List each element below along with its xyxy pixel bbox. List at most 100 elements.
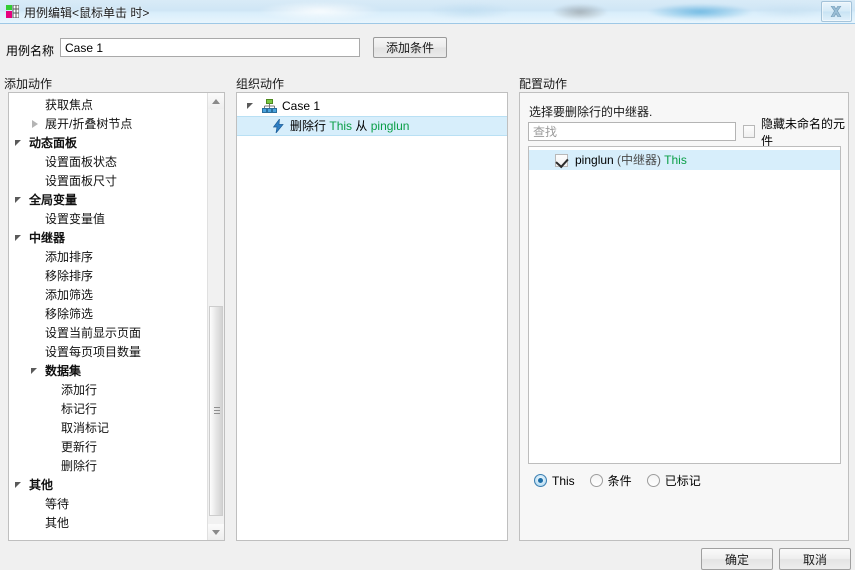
action-tree-item[interactable]: 移除筛选 [9,305,209,324]
window-close-button[interactable] [821,1,852,22]
radio-marked[interactable]: 已标记 [646,472,701,489]
action-tree-item-label: 展开/折叠树节点 [45,117,133,131]
radio-this-indicator[interactable] [534,474,547,487]
lightning-icon [273,119,284,133]
scroll-up-arrow[interactable] [208,93,224,109]
radio-this-label: This [552,473,575,488]
hide-unnamed-label: 隐藏未命名的元件 [760,116,845,148]
list-item-checkbox[interactable] [555,153,568,167]
cancel-button[interactable]: 取消 [779,548,851,570]
action-tree-item-label: 移除排序 [45,269,94,283]
tree-expand-arrow-open[interactable] [13,229,25,248]
action-tree-item-label: 删除行 [61,459,98,473]
configure-action-panel: 选择要删除行的中继器. 隐藏未命名的元件 pinglun (中继器) This … [519,92,849,541]
organize-action-row[interactable]: 删除行 This 从 pinglun [237,116,507,136]
action-tree-item[interactable]: 设置当前显示页面 [9,324,209,343]
case-name-input[interactable] [60,38,360,57]
list-item-type: (中继器) [617,153,662,167]
organize-case-label: Case 1 [282,99,321,113]
action-prefix: 删除行 [290,119,327,133]
action-tree-item[interactable]: 展开/折叠树节点 [9,115,209,134]
list-item-text: pinglun (中继器) This [575,150,687,170]
action-tree-item[interactable]: 全局变量 [9,191,209,210]
action-tree-item-label: 数据集 [45,364,82,378]
action-tree-item-label: 等待 [45,497,70,511]
action-tree-item[interactable]: 移除排序 [9,267,209,286]
radio-condition[interactable]: 条件 [589,472,632,489]
hide-unnamed-checkbox[interactable] [743,125,755,138]
tree-expand-arrow-open[interactable] [13,134,25,153]
organize-case-row[interactable]: Case 1 [237,96,507,116]
organize-action-text: 删除行 This 从 pinglun [290,116,409,136]
action-tree-item[interactable]: 删除行 [9,457,209,476]
action-tree-item-label: 其他 [29,478,54,492]
tree-expand-arrow-closed[interactable] [29,115,41,134]
action-tree-item-label: 标记行 [61,402,98,416]
radio-condition-indicator[interactable] [589,474,603,487]
configure-action-heading: 配置动作 [519,77,568,91]
case-expand-arrow[interactable] [245,97,257,116]
configure-hint: 选择要删除行的中继器. [529,105,653,119]
action-tree-item-label: 添加筛选 [45,288,94,302]
action-tree-item[interactable]: 添加筛选 [9,286,209,305]
organize-action-heading: 组织动作 [236,77,285,91]
action-tree-item[interactable]: 数据集 [9,362,209,381]
action-tree-item-label: 添加行 [61,383,98,397]
action-tree-item-label: 获取焦点 [45,98,94,112]
action-tree-item[interactable]: 其他 [9,514,209,533]
sitemap-icon [262,99,277,113]
action-tree-item[interactable]: 获取焦点 [9,96,209,115]
action-tree-item[interactable]: 设置面板尺寸 [9,172,209,191]
action-tree-item[interactable]: 等待 [9,495,209,514]
tree-expand-arrow-open[interactable] [29,362,41,381]
list-item[interactable]: pinglun (中继器) This [529,150,840,170]
radio-marked-indicator[interactable] [646,474,660,487]
action-tree-item-label: 其他 [45,516,70,530]
action-tree-item-label: 设置变量值 [45,212,106,226]
action-tree-scrollbar[interactable] [207,93,224,540]
action-tree-item[interactable]: 中继器 [9,229,209,248]
radio-marked-label: 已标记 [664,474,701,488]
action-tree-item-label: 更新行 [61,440,98,454]
organize-action-panel: Case 1 删除行 This 从 pinglun [236,92,508,541]
list-item-scope: This [664,153,687,167]
action-connector: 从 [355,119,368,133]
add-condition-button[interactable]: 添加条件 [373,37,447,58]
action-tree-item-label: 添加排序 [45,250,94,264]
action-tree-item-label: 设置面板状态 [45,155,118,169]
tree-expand-arrow-open[interactable] [13,191,25,210]
action-tree-item[interactable]: 设置每页项目数量 [9,343,209,362]
repeater-listbox[interactable]: pinglun (中继器) This [528,146,841,464]
add-action-heading: 添加动作 [4,77,53,91]
list-item-name: pinglun [575,153,614,167]
scroll-down-arrow[interactable] [208,524,224,540]
case-name-label: 用例名称 [6,44,55,58]
action-tree-item[interactable]: 添加排序 [9,248,209,267]
scope-radio-group[interactable]: This 条件 已标记 [534,472,709,489]
action-tree-item[interactable]: 添加行 [9,381,209,400]
action-target: This [329,119,353,133]
radio-this[interactable]: This [534,474,575,488]
action-tree-item[interactable]: 其他 [9,476,209,495]
action-tree-item-label: 动态面板 [29,136,78,150]
action-tree-item[interactable]: 标记行 [9,400,209,419]
action-tree-item[interactable]: 动态面板 [9,134,209,153]
radio-condition-label: 条件 [607,474,632,488]
action-tree[interactable]: 获取焦点展开/折叠树节点动态面板设置面板状态 设置面板尺寸全局变量设置变量值中继器… [9,96,209,533]
action-tree-item[interactable]: 设置变量值 [9,210,209,229]
action-tree-item-label: 取消标记 [61,421,110,435]
scrollbar-thumb[interactable] [209,306,223,516]
add-action-panel: 获取焦点展开/折叠树节点动态面板设置面板状态 设置面板尺寸全局变量设置变量值中继器… [8,92,225,541]
action-tree-item-label: 设置每页项目数量 [45,345,142,359]
action-tree-item[interactable]: 设置面板状态 [9,153,209,172]
action-tree-item-label: 设置当前显示页面 [45,326,142,340]
close-icon [830,6,842,17]
repeater-search-input[interactable] [528,122,736,141]
hide-unnamed-checkbox-row[interactable]: 隐藏未命名的元件 [743,117,848,148]
action-tree-item[interactable]: 取消标记 [9,419,209,438]
action-tree-item-label: 全局变量 [29,193,78,207]
action-tree-item-label: 设置面板尺寸 [45,174,118,188]
ok-button[interactable]: 确定 [701,548,773,570]
tree-expand-arrow-open[interactable] [13,476,25,495]
action-tree-item[interactable]: 更新行 [9,438,209,457]
